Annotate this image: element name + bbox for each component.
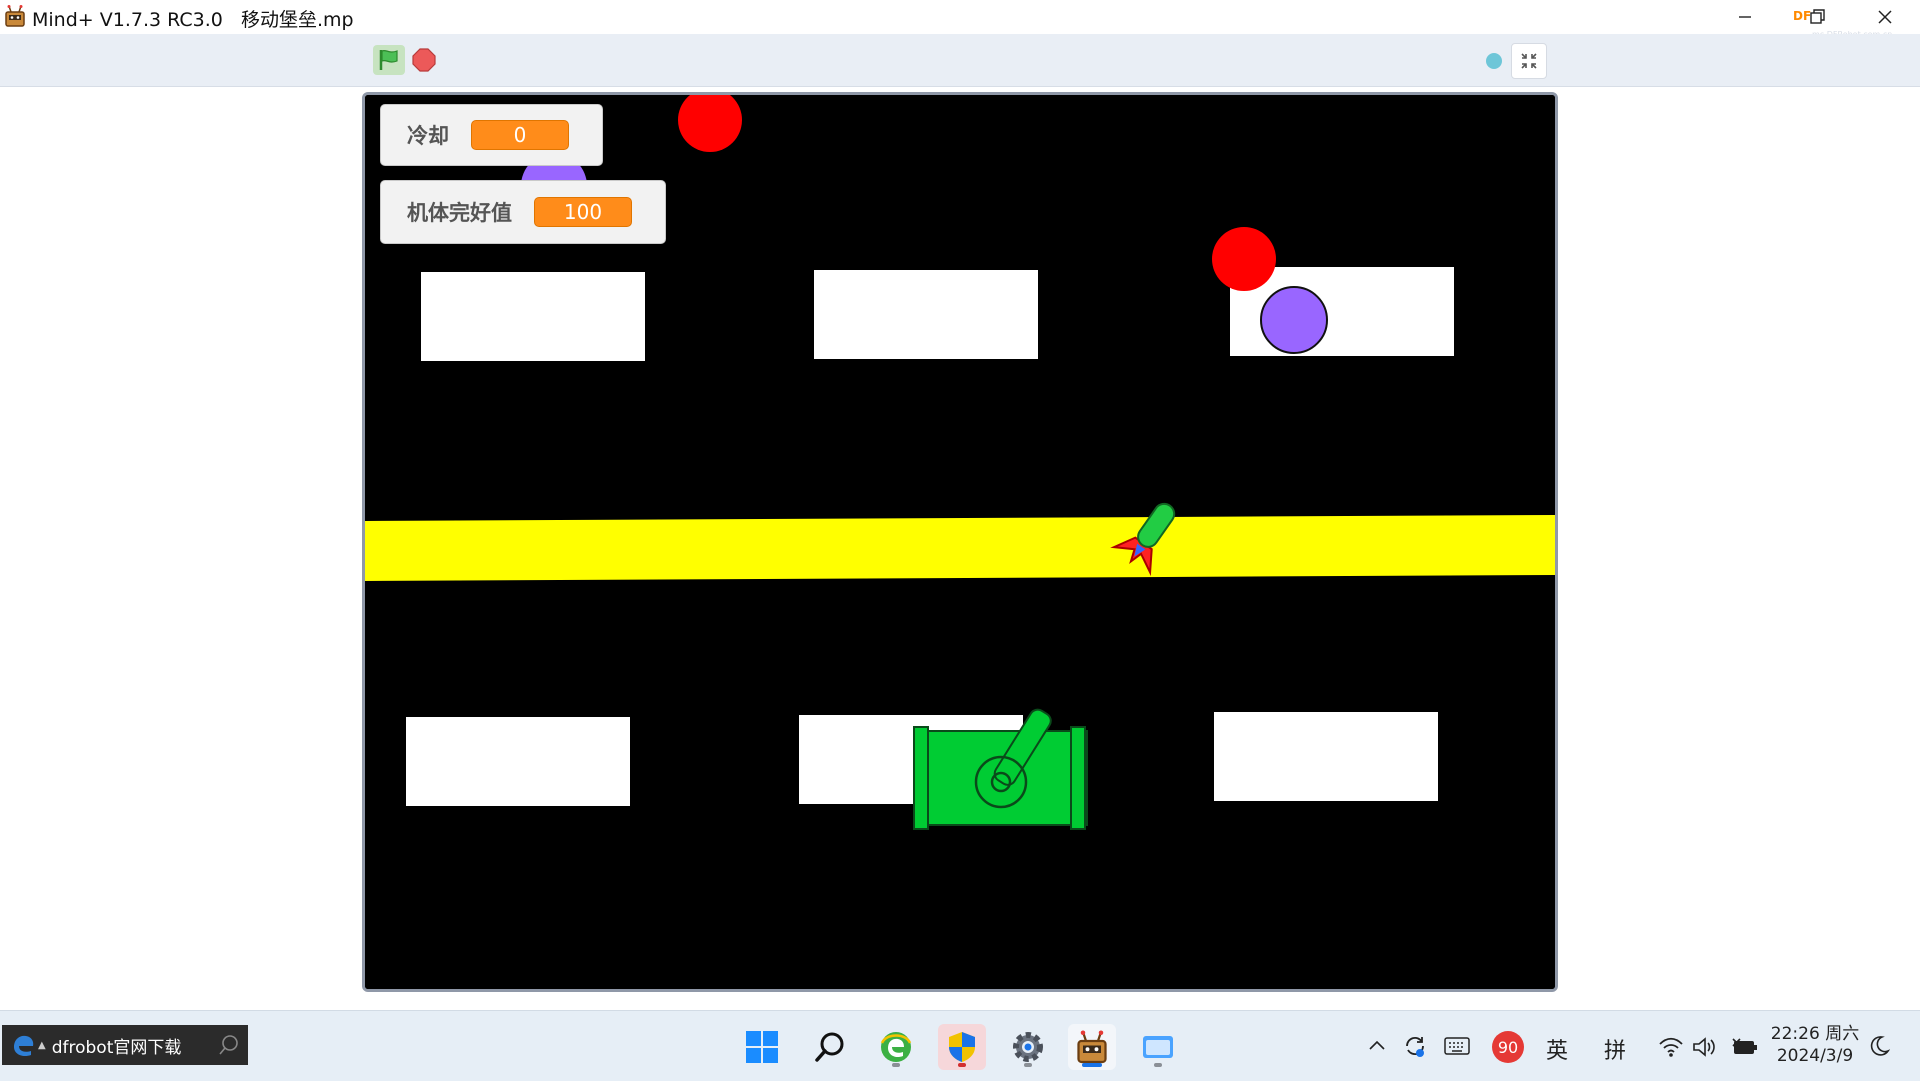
stage-toolbar xyxy=(0,34,1920,87)
clock-time: 22:26 周六 xyxy=(1770,1024,1860,1044)
window-title: Mind+ V1.7.3 RC3.0 移动堡垒.mp xyxy=(32,9,354,31)
running-indicator xyxy=(958,1063,966,1067)
green-flag-icon xyxy=(379,49,398,70)
integrity-label: 机体完好值 xyxy=(407,201,512,225)
search-icon xyxy=(219,1035,238,1055)
exit-fullscreen-icon xyxy=(1521,53,1537,69)
stop-sign-icon xyxy=(412,48,436,72)
wall-block xyxy=(421,272,645,361)
wall-block xyxy=(406,717,630,806)
title-bar: Mind+ V1.7.3 RC3.0 移动堡垒.mp DF mc.DFRobot… xyxy=(0,0,1920,44)
minimize-button[interactable] xyxy=(1720,0,1770,34)
notification-badge[interactable]: 90 xyxy=(1492,1031,1524,1063)
focus-moon-icon[interactable] xyxy=(1868,1035,1890,1057)
taskbar-settings-button[interactable] xyxy=(1004,1024,1052,1070)
ime-mode-indicator[interactable]: 拼 xyxy=(1604,1033,1626,1065)
running-indicator xyxy=(892,1063,900,1067)
sync-icon[interactable] xyxy=(1402,1033,1428,1059)
cooldown-value: 0 xyxy=(471,120,569,150)
start-button[interactable] xyxy=(738,1024,786,1070)
taskbar-clock[interactable]: 22:26 周六 2024/3/9 xyxy=(1770,1023,1860,1067)
taskbar-security-button[interactable] xyxy=(938,1024,986,1070)
running-indicator xyxy=(1154,1063,1162,1067)
windows-taskbar: ▲ dfrobot官网下载 90 英 拼 22:26 周六 2024/3/9 xyxy=(0,1010,1920,1081)
gear-icon xyxy=(1013,1032,1043,1062)
running-indicator xyxy=(1024,1063,1032,1067)
minimize-icon xyxy=(1739,16,1751,18)
cooldown-label: 冷却 xyxy=(407,124,449,148)
exit-fullscreen-button[interactable] xyxy=(1511,43,1547,79)
shield-icon xyxy=(949,1032,975,1062)
taskbar-mindplus-button[interactable] xyxy=(1068,1024,1116,1070)
small-stage-toggle[interactable] xyxy=(1486,53,1502,69)
windows-logo-icon xyxy=(746,1031,778,1063)
keyboard-icon[interactable] xyxy=(1444,1035,1470,1057)
search-query: dfrobot官网下载 xyxy=(51,1037,182,1058)
game-stage[interactable]: 冷却 0 机体完好值 100 xyxy=(362,92,1558,992)
active-indicator xyxy=(1082,1063,1102,1067)
close-icon xyxy=(1878,10,1892,24)
integrity-monitor[interactable]: 机体完好值 100 xyxy=(380,180,666,244)
wall-block xyxy=(1214,712,1438,801)
enemy-red-ball xyxy=(1212,227,1276,291)
cooldown-monitor[interactable]: 冷却 0 xyxy=(380,104,603,166)
restore-icon xyxy=(1810,9,1825,24)
restore-button[interactable] xyxy=(1792,0,1842,34)
taskbar-file-explorer-button[interactable] xyxy=(1134,1024,1182,1070)
wifi-icon[interactable] xyxy=(1658,1036,1684,1058)
mind-plus-app-icon xyxy=(5,5,25,27)
chevron-up-icon[interactable] xyxy=(1368,1037,1386,1055)
taskbar-search-box[interactable]: ▲ dfrobot官网下载 xyxy=(2,1025,248,1065)
edge-legacy-icon xyxy=(14,1035,34,1057)
search-icon xyxy=(815,1032,844,1062)
browser-e-icon xyxy=(880,1032,912,1062)
integrity-value: 100 xyxy=(534,197,632,227)
folder-icon xyxy=(1143,1036,1173,1058)
taskbar-search-button[interactable] xyxy=(806,1024,854,1070)
close-button[interactable] xyxy=(1860,0,1910,34)
mind-plus-app-icon xyxy=(1077,1030,1107,1064)
yellow-road xyxy=(365,515,1555,581)
ime-language-indicator[interactable]: 英 xyxy=(1546,1033,1568,1065)
wall-block xyxy=(814,270,1038,359)
clock-date: 2024/3/9 xyxy=(1776,1046,1854,1066)
battery-icon[interactable] xyxy=(1730,1036,1758,1058)
stop-button[interactable] xyxy=(410,46,438,74)
taskbar-browser-button[interactable] xyxy=(872,1024,920,1070)
enemy-purple-ball xyxy=(1260,286,1328,354)
volume-icon[interactable] xyxy=(1692,1036,1718,1058)
green-flag-button[interactable] xyxy=(373,45,405,75)
